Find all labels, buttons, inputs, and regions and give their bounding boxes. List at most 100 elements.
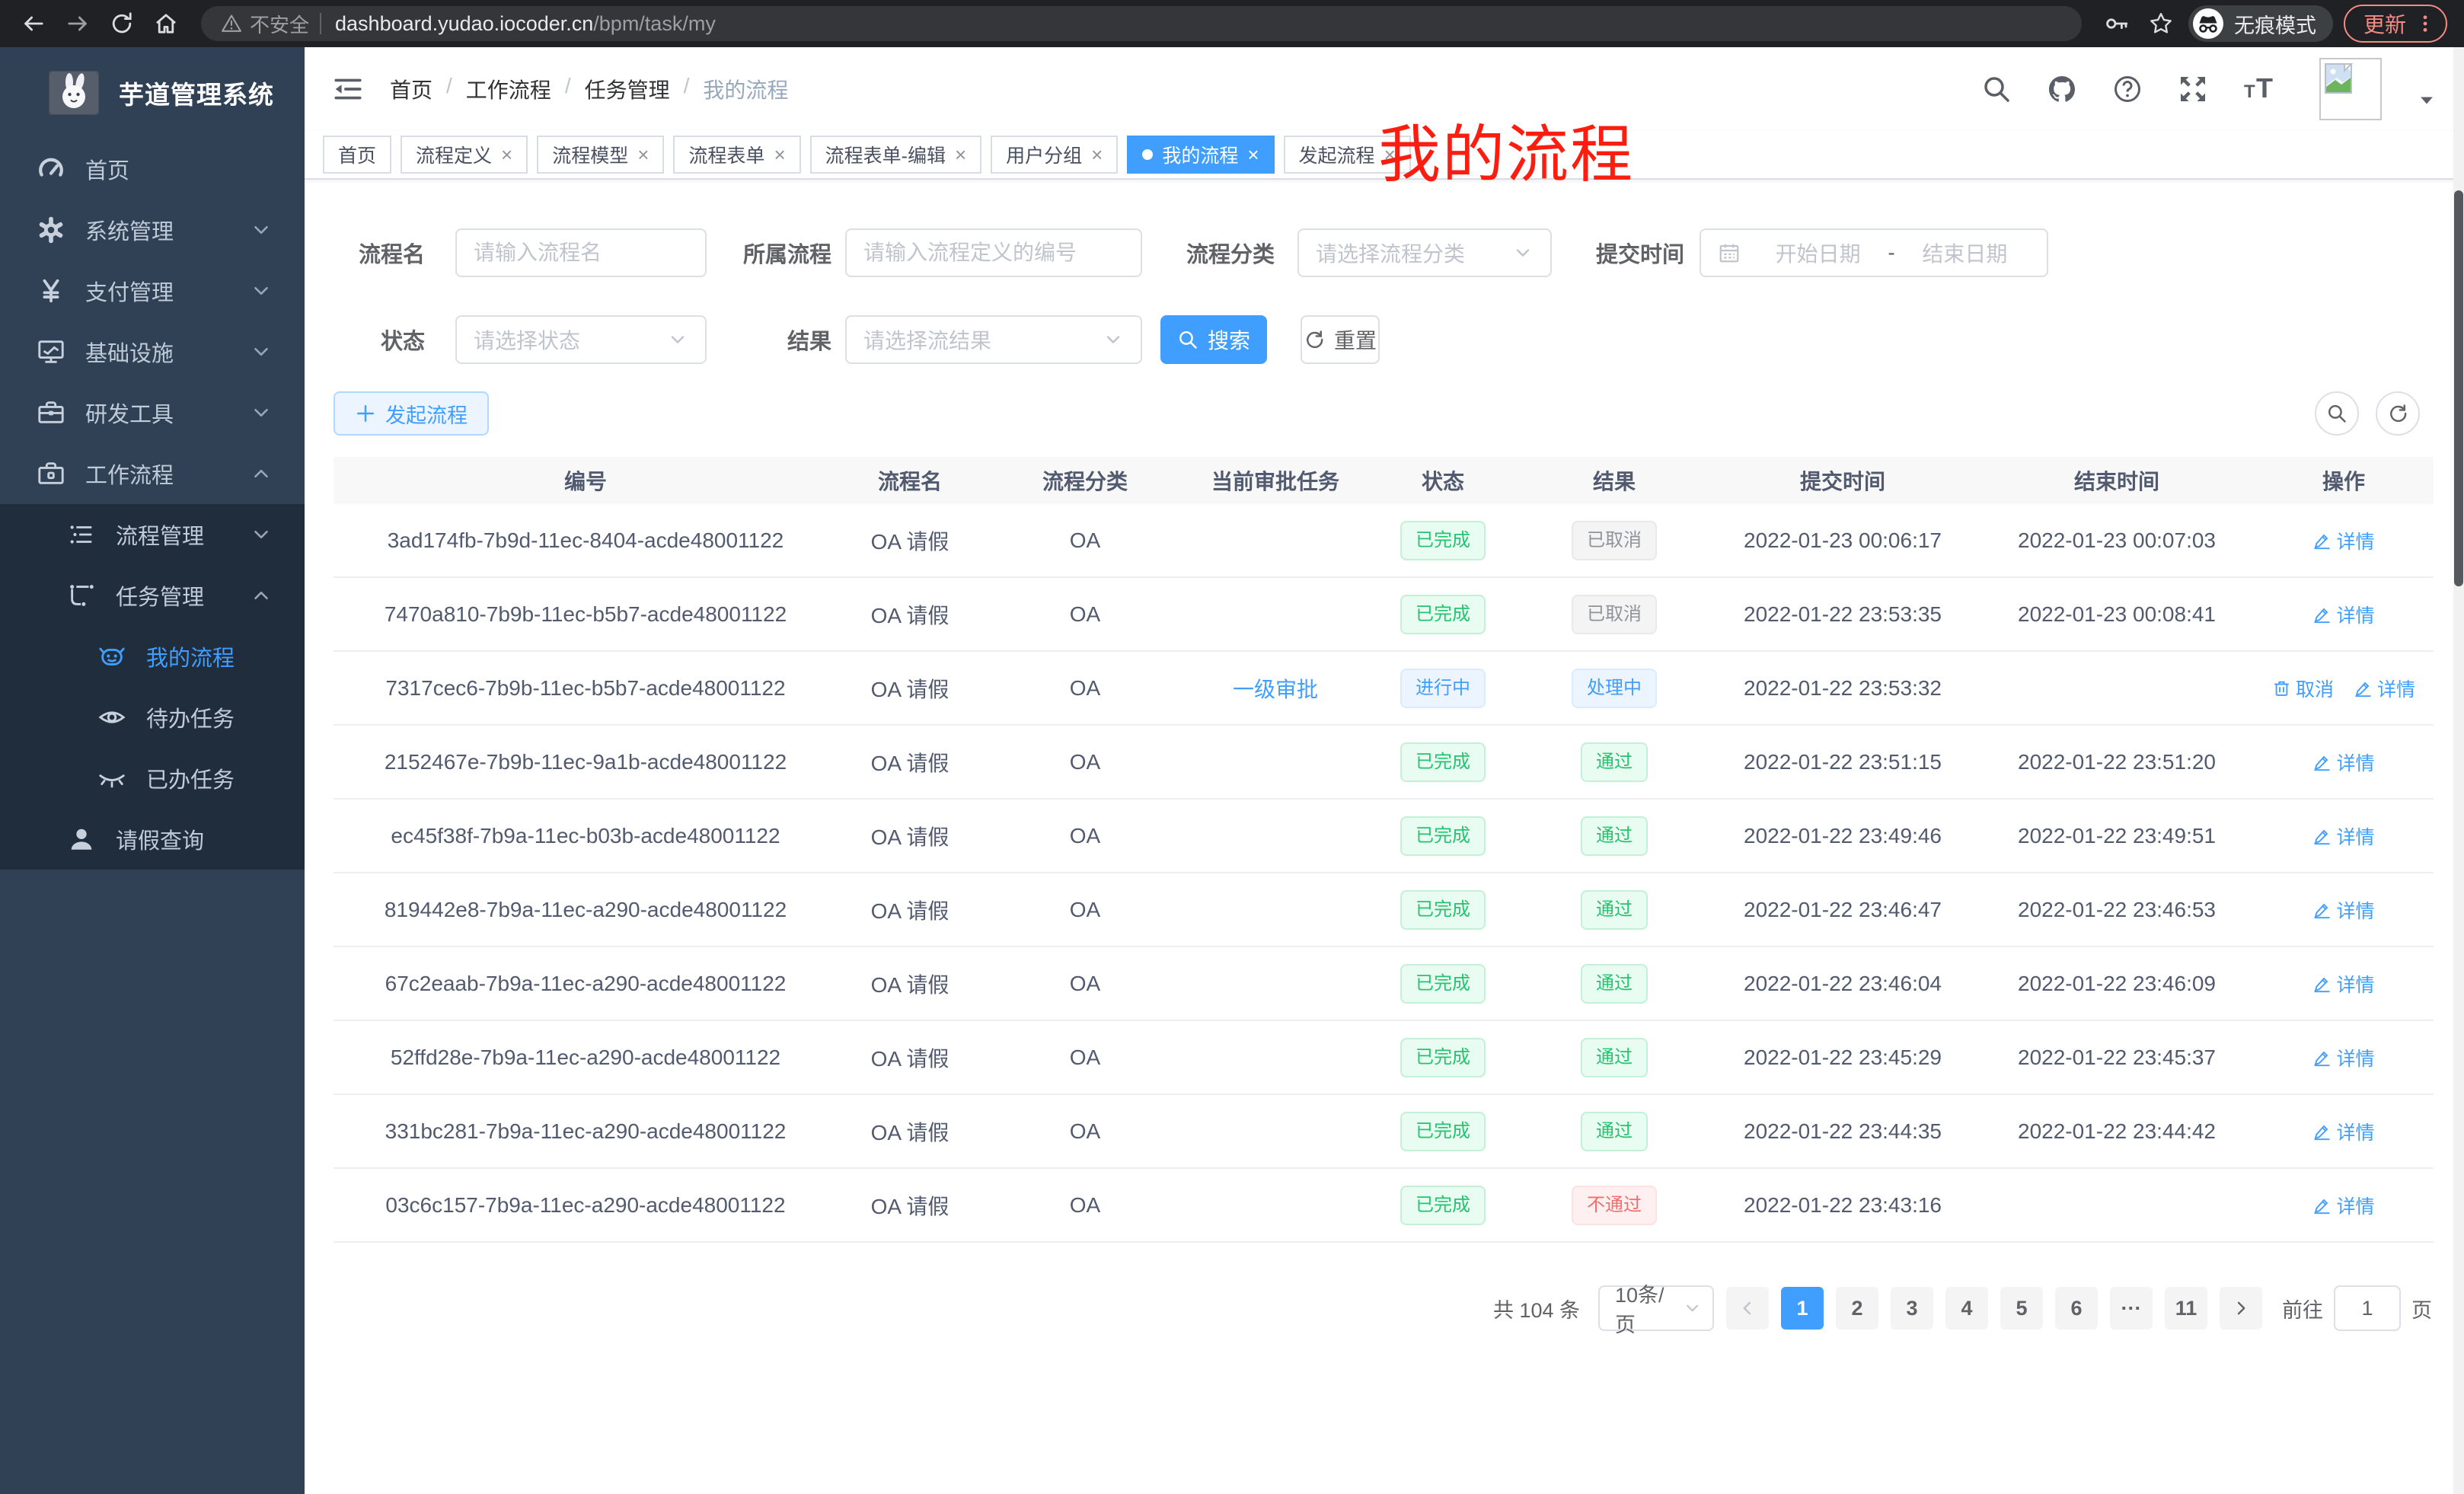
- dashboard-icon: [37, 155, 65, 184]
- sidebar-fold-icon[interactable]: [332, 73, 364, 105]
- sidebar-item-payment[interactable]: 支付管理: [0, 260, 305, 321]
- status-select[interactable]: 请选择状态: [455, 315, 707, 364]
- process-name-cell: OA 请假: [838, 673, 982, 704]
- prev-page-button[interactable]: [1726, 1287, 1769, 1330]
- tab-process-definition[interactable]: 流程定义×: [401, 136, 528, 174]
- result-badge: 已取消: [1572, 521, 1657, 560]
- tab-process-model[interactable]: 流程模型×: [537, 136, 664, 174]
- sidebar-item-task-mgmt[interactable]: 任务管理: [0, 565, 305, 626]
- tab-process-form-edit[interactable]: 流程表单-编辑×: [810, 136, 982, 174]
- breadcrumb-separator: /: [684, 74, 690, 104]
- detail-action-link[interactable]: 详情: [2312, 970, 2374, 998]
- breadcrumb-item[interactable]: 工作流程: [466, 74, 551, 104]
- detail-action-link[interactable]: 详情: [2312, 749, 2374, 776]
- sidebar-item-done-tasks[interactable]: 已办任务: [0, 748, 305, 809]
- search-button[interactable]: 搜索: [1160, 315, 1267, 364]
- cancel-action-link[interactable]: 取消: [2272, 675, 2334, 702]
- breadcrumb-item[interactable]: 任务管理: [585, 74, 670, 104]
- browser-back-button[interactable]: [17, 7, 50, 40]
- process-name-field[interactable]: [455, 228, 707, 277]
- close-icon[interactable]: ×: [637, 145, 649, 164]
- page-ellipsis-button[interactable]: ···: [2110, 1287, 2153, 1330]
- actions-cell: 详情: [2254, 527, 2434, 554]
- tab-user-group[interactable]: 用户分组×: [991, 136, 1118, 174]
- page-button-5[interactable]: 5: [2000, 1287, 2043, 1330]
- tab-my-process[interactable]: 我的流程×: [1127, 136, 1274, 174]
- result-select[interactable]: 请选择流结果: [845, 315, 1142, 364]
- process-id-cell: 331bc281-7b9a-11ec-a290-acde48001122: [334, 1119, 838, 1144]
- status-badge: 已完成: [1400, 816, 1486, 856]
- sidebar-item-home[interactable]: 首页: [0, 139, 305, 200]
- browser-update-button[interactable]: 更新: [2344, 5, 2447, 43]
- browser-reload-button[interactable]: [105, 7, 139, 40]
- detail-action-link[interactable]: 详情: [2312, 1118, 2374, 1145]
- close-icon[interactable]: ×: [1247, 145, 1259, 164]
- reset-button[interactable]: 重置: [1301, 315, 1380, 364]
- app-logo: [49, 71, 99, 115]
- tab-home[interactable]: 首页: [323, 136, 391, 174]
- process-name-input[interactable]: [474, 241, 688, 265]
- current-task-link[interactable]: 一级审批: [1233, 678, 1318, 701]
- close-icon[interactable]: ×: [774, 145, 785, 164]
- sidebar-item-leave-query[interactable]: 请假查询: [0, 809, 305, 870]
- page-button-3[interactable]: 3: [1891, 1287, 1933, 1330]
- page-size-select[interactable]: 10条/页: [1598, 1285, 1714, 1331]
- filter-row-1: 流程名 所属流程 流程分类 请选择流程分类 提交时间 开始日期 -: [334, 228, 2434, 277]
- browser-home-button[interactable]: [149, 7, 183, 40]
- chevron-right-icon: [2232, 1299, 2250, 1317]
- detail-action-link[interactable]: 详情: [2312, 1192, 2374, 1219]
- close-icon[interactable]: ×: [955, 145, 966, 164]
- process-name-cell: OA 请假: [838, 599, 982, 630]
- tab-process-form[interactable]: 流程表单×: [673, 136, 800, 174]
- fullscreen-icon[interactable]: [2178, 74, 2208, 104]
- font-size-icon[interactable]: TT: [2243, 74, 2280, 104]
- breadcrumb-item[interactable]: 首页: [390, 74, 432, 104]
- sidebar-item-infrastructure[interactable]: 基础设施: [0, 321, 305, 382]
- app-logo-row[interactable]: 芋道管理系统: [0, 47, 305, 139]
- sidebar-item-my-process[interactable]: 我的流程: [0, 626, 305, 687]
- password-key-button[interactable]: [2100, 7, 2134, 40]
- github-icon[interactable]: [2047, 74, 2077, 104]
- search-button-label: 搜索: [1208, 324, 1250, 355]
- process-category-select[interactable]: 请选择流程分类: [1297, 228, 1552, 277]
- sidebar-item-workflow[interactable]: 工作流程: [0, 443, 305, 504]
- close-icon[interactable]: ×: [501, 145, 512, 164]
- sidebar-item-process-mgmt[interactable]: 流程管理: [0, 504, 305, 565]
- chevron-down-icon[interactable]: [2417, 91, 2437, 110]
- next-page-button[interactable]: [2220, 1287, 2262, 1330]
- page-button-1[interactable]: 1: [1781, 1287, 1824, 1330]
- result-cell: 通过: [1523, 964, 1706, 1004]
- page-button-4[interactable]: 4: [1945, 1287, 1988, 1330]
- detail-action-link[interactable]: 详情: [2312, 822, 2374, 850]
- goto-page-input[interactable]: [2334, 1285, 2401, 1331]
- address-bar[interactable]: 不安全 dashboard.yudao.iocoder.cn /bpm/task…: [201, 6, 2082, 41]
- page-button-6[interactable]: 6: [2055, 1287, 2098, 1330]
- help-icon[interactable]: [2112, 74, 2143, 104]
- refresh-table-button[interactable]: [2376, 391, 2420, 436]
- process-definition-input[interactable]: [863, 241, 1124, 265]
- detail-action-link[interactable]: 详情: [2312, 896, 2374, 924]
- sidebar-item-dev-tools[interactable]: 研发工具: [0, 382, 305, 443]
- sidebar-item-system[interactable]: 系统管理: [0, 200, 305, 260]
- avatar[interactable]: [2319, 58, 2382, 120]
- detail-action-link[interactable]: 详情: [2312, 1044, 2374, 1071]
- tab-label: 发起流程: [1299, 141, 1375, 168]
- result-badge: 通过: [1581, 964, 1648, 1004]
- page-button-2[interactable]: 2: [1836, 1287, 1878, 1330]
- page-button-11[interactable]: 11: [2165, 1287, 2207, 1330]
- detail-action-link[interactable]: 详情: [2312, 527, 2374, 554]
- bookmark-star-button[interactable]: [2144, 7, 2178, 40]
- refresh-icon: [2387, 403, 2408, 424]
- detail-action-link[interactable]: 详情: [2312, 601, 2374, 628]
- start-process-button[interactable]: 发起流程: [334, 391, 489, 436]
- submit-time-range-picker[interactable]: 开始日期 - 结束日期: [1700, 228, 2048, 277]
- detail-action-link[interactable]: 详情: [2354, 675, 2415, 702]
- close-icon[interactable]: ×: [1091, 145, 1103, 164]
- show-search-button[interactable]: [2315, 391, 2359, 436]
- scrollbar-thumb[interactable]: [2454, 190, 2463, 586]
- sidebar-item-todo-tasks[interactable]: 待办任务: [0, 687, 305, 748]
- browser-forward-button[interactable]: [61, 7, 94, 40]
- status-badge: 已完成: [1400, 890, 1486, 930]
- process-definition-field[interactable]: [845, 228, 1142, 277]
- search-icon[interactable]: [1981, 74, 2012, 104]
